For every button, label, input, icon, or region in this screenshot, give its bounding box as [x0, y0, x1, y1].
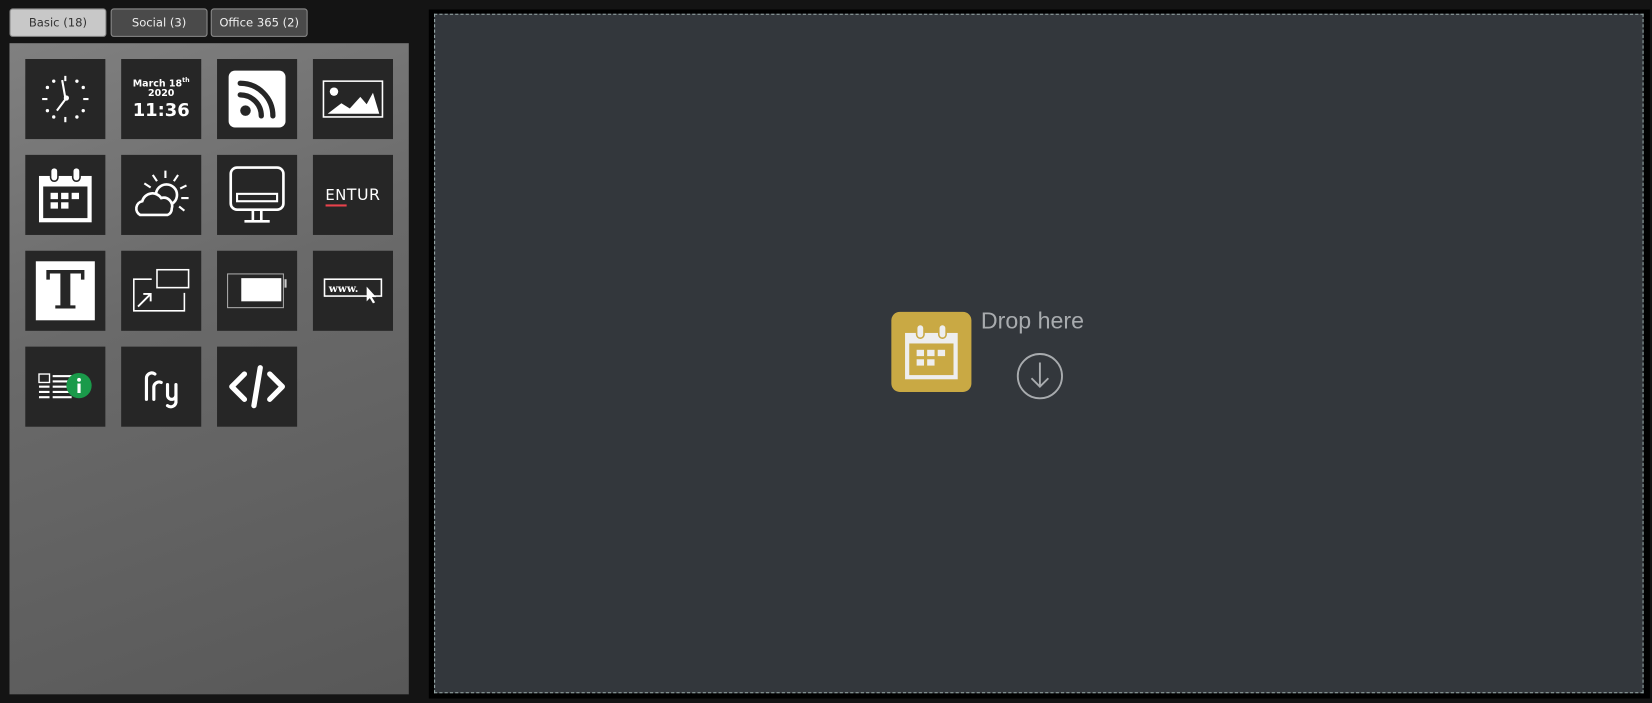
resize-icon: [133, 268, 190, 312]
widget-clock[interactable]: [25, 59, 106, 140]
tab-social[interactable]: Social (3): [110, 8, 208, 37]
widget-entur[interactable]: ENTUR: [312, 154, 393, 235]
entur-logo: ENTUR: [325, 185, 380, 207]
news-info-icon: [38, 372, 92, 399]
drop-zone[interactable]: Drop here: [434, 13, 1644, 694]
year-text: 2020: [147, 88, 175, 100]
monitor-icon: [229, 166, 285, 223]
calendar-icon: [905, 323, 958, 380]
dragged-calendar-widget[interactable]: [891, 311, 972, 392]
tab-basic[interactable]: Basic (18): [9, 8, 107, 37]
text-icon: T: [35, 261, 95, 321]
widget-web[interactable]: www.: [312, 250, 393, 331]
widget-battery[interactable]: [217, 250, 298, 331]
clock-icon: [42, 75, 89, 123]
time-text: 11:36: [132, 99, 190, 121]
tab-office365[interactable]: Office 365 (2): [210, 8, 308, 37]
svg-text:www.: www.: [328, 283, 359, 295]
battery-icon: [227, 273, 287, 309]
fry-logo: [144, 371, 178, 409]
code-icon: [229, 365, 285, 409]
widget-text[interactable]: T: [25, 250, 106, 331]
calendar-icon: [38, 166, 92, 223]
widget-code[interactable]: [217, 346, 298, 427]
widget-fry[interactable]: [121, 346, 202, 427]
layout-canvas: Drop here: [428, 9, 1650, 699]
drop-here-label: Drop here: [980, 307, 1084, 334]
download-arrow-icon: [1016, 353, 1063, 400]
widget-datetime[interactable]: March 18th 2020 11:36: [121, 59, 202, 140]
widget-resize[interactable]: [121, 250, 202, 331]
app: Basic (18) Social (3) Office 365 (2) Mar…: [0, 0, 1652, 703]
widget-info[interactable]: [25, 346, 106, 427]
date-suffix: th: [182, 76, 190, 84]
widget-rss[interactable]: [217, 59, 298, 140]
widget-weather[interactable]: [121, 154, 202, 235]
rss-icon: [228, 70, 286, 128]
web-icon: www.: [323, 278, 383, 304]
widget-screen[interactable]: [217, 154, 298, 235]
weather-icon: [135, 170, 189, 217]
image-icon: [322, 80, 384, 118]
widget-image[interactable]: [312, 59, 393, 140]
widget-palette: March 18th 2020 11:36 ENTUR T www.: [9, 43, 409, 695]
widget-calendar[interactable]: [25, 154, 106, 235]
